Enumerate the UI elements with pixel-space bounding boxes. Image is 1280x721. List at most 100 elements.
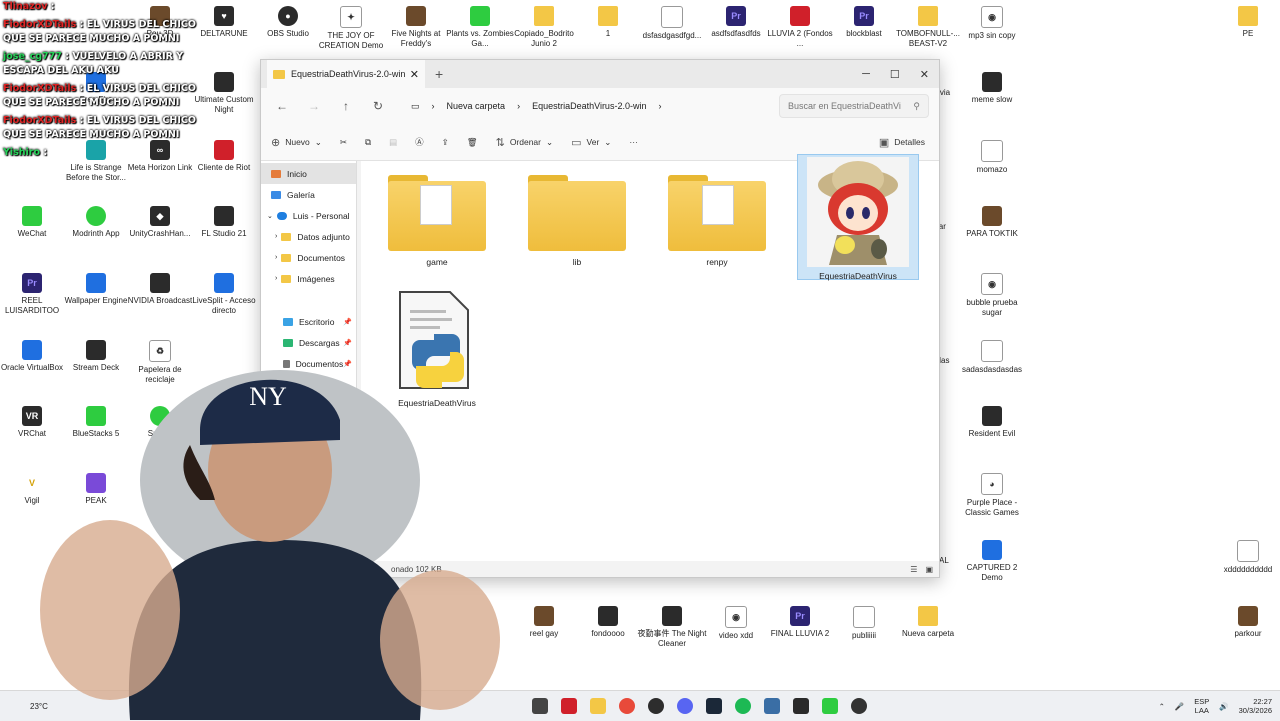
maximize-button[interactable]: ☐ — [890, 68, 900, 81]
explorer-tab[interactable]: EquestriaDeathVirus-2.0-win ✕ — [267, 60, 425, 88]
desktop-icon[interactable]: publiiiii — [829, 606, 899, 641]
app-icon[interactable] — [560, 698, 577, 714]
file-explorer-taskbar-icon[interactable] — [589, 698, 606, 714]
desktop-icon[interactable]: Spotify — [125, 406, 195, 439]
nav-item-onedrive[interactable]: ⌄ Luis - Personal — [261, 205, 356, 226]
desktop-icon[interactable]: Oracle VirtualBox — [0, 340, 67, 373]
copy-icon[interactable]: ⧉ — [365, 137, 371, 148]
nav-item-folder[interactable]: › Imágenes — [261, 268, 356, 289]
desktop-icon[interactable]: ♻ Papelera de reciclaje — [125, 340, 195, 385]
discord-icon[interactable] — [676, 698, 693, 714]
paste-icon[interactable]: ▤ — [389, 137, 397, 148]
nav-item-gallery[interactable]: Galería — [261, 184, 356, 205]
more-options-icon[interactable]: ··· — [629, 137, 638, 147]
forward-button[interactable]: → — [303, 99, 325, 113]
desktop-icon[interactable]: reel gay — [509, 606, 579, 639]
desktop-icon[interactable]: Five Nights at Freddy's — [381, 6, 451, 49]
nav-item-documents[interactable]: Documentos 📌 — [261, 353, 356, 374]
desktop-icon[interactable]: meme slow — [957, 72, 1027, 105]
nav-item-downloads[interactable]: Descargas 📌 — [261, 332, 356, 353]
desktop-icon[interactable]: TOMBOFNULL-... BEAST-V2 — [893, 6, 963, 49]
desktop-icon[interactable]: V Vigil — [0, 473, 67, 506]
chrome-icon[interactable] — [618, 698, 635, 714]
desktop-icon[interactable]: PARA TOKTIK — [957, 206, 1027, 239]
desktop-icon[interactable]: VR VRChat — [0, 406, 67, 439]
breadcrumb[interactable]: ▭ › Nueva carpeta › EquestriaDeathVirus-… — [407, 94, 771, 118]
folder-item[interactable]: lib — [517, 161, 637, 267]
python-file-item[interactable]: EquestriaDeathVirus — [377, 286, 497, 408]
desktop-icon[interactable]: Modrinth App — [61, 206, 131, 239]
desktop-icon[interactable]: dsfasdgasdfgd... — [637, 6, 707, 41]
desktop-icon[interactable]: Wallpaper Engine — [61, 273, 131, 306]
desktop-icon[interactable]: LiveSplit - Acceso directo — [189, 273, 259, 316]
desktop-icon[interactable]: ✦ THE JOY OF CREATION Demo — [316, 6, 386, 51]
desktop-icon[interactable]: xdddddddddd — [1213, 540, 1280, 575]
desktop-icon[interactable]: Stream Deck — [61, 340, 131, 373]
desktop-icon[interactable]: Nueva carpeta — [893, 606, 963, 639]
minimize-button[interactable]: ─ — [862, 68, 870, 81]
nav-item-desktop[interactable]: Escritorio 📌 — [261, 311, 356, 332]
desktop-icon[interactable]: Pr REEL LUISARDITOO — [0, 273, 67, 316]
chevron-up-icon[interactable]: ⌃ — [1159, 702, 1165, 711]
image-file-item[interactable]: EquestriaDeathVirus — [797, 154, 919, 281]
nvidia-icon[interactable] — [792, 698, 809, 714]
view-button[interactable]: ▭ Ver ⌄ — [571, 136, 611, 149]
desktop-icon[interactable]: parkour — [1213, 606, 1280, 639]
clock[interactable]: 22:27 30/3/2026 — [1239, 697, 1272, 715]
desktop-icon[interactable]: 夜勤事件 The Night Cleaner — [637, 606, 707, 649]
desktop-icon[interactable]: PE — [1213, 6, 1280, 39]
close-tab-icon[interactable]: ✕ — [410, 68, 419, 81]
desktop-icon[interactable]: ◕ Purple Place - Classic Games — [957, 473, 1027, 518]
desktop-icon[interactable]: Resident Evil — [957, 406, 1027, 439]
delete-icon[interactable]: 🗑 — [467, 137, 478, 148]
folder-item[interactable]: renpy — [657, 161, 777, 267]
up-button[interactable]: ↑ — [335, 99, 357, 113]
back-button[interactable]: ← — [271, 99, 293, 113]
weather-widget[interactable]: 23°C — [30, 702, 48, 711]
share-icon[interactable]: ⇪ — [442, 137, 449, 148]
folder-item[interactable]: game — [377, 161, 497, 267]
spotify-icon[interactable] — [734, 698, 751, 714]
language-indicator[interactable]: ESP LAA — [1194, 697, 1209, 715]
widget-icon[interactable] — [503, 698, 519, 714]
rename-icon[interactable]: Ⓐ — [415, 136, 424, 148]
desktop-icon[interactable]: ◉ bubble prueba sugar — [957, 273, 1027, 318]
breadcrumb-item[interactable]: Nueva carpeta — [447, 101, 506, 111]
desktop-icon[interactable]: CAPTURED 2 Demo — [957, 540, 1027, 583]
nav-item-folder[interactable]: › Documentos — [261, 247, 356, 268]
details-button[interactable]: ▣ Detalles — [879, 136, 925, 149]
search-input[interactable]: Buscar en EquestriaDeathVi ⚲ — [779, 94, 929, 118]
desktop-icon[interactable]: FL Studio 21 — [189, 206, 259, 239]
desktop-icon[interactable]: momazo — [957, 140, 1027, 175]
new-button[interactable]: ⊕ Nuevo ⌄ — [271, 136, 322, 149]
desktop-icon[interactable]: ◉ mp3 sin copy — [957, 6, 1027, 41]
volume-icon[interactable]: 🔊 — [1219, 702, 1228, 711]
breadcrumb-item[interactable]: EquestriaDeathVirus-2.0-win — [532, 101, 646, 111]
desktop-icon[interactable]: 1 — [573, 6, 643, 39]
desktop-icon[interactable]: Pr asdfsdfasdfds — [701, 6, 771, 39]
desktop-icon[interactable]: Copiado_Bodrito Junio 2 — [509, 6, 579, 49]
desktop-icon[interactable]: fondoooo — [573, 606, 643, 639]
nav-item-folder[interactable]: › Datos adjunto — [261, 226, 356, 247]
refresh-button[interactable]: ↻ — [367, 99, 389, 113]
nav-item-home[interactable]: Inicio — [261, 163, 356, 184]
app-icon[interactable] — [763, 698, 780, 714]
desktop-icon[interactable]: NVIDIA Broadcast — [125, 273, 195, 306]
app-icon[interactable] — [821, 698, 838, 714]
desktop-icon[interactable]: Pr blockblast — [829, 6, 899, 39]
desktop-icon[interactable]: WeChat — [0, 206, 67, 239]
obs-icon[interactable] — [850, 698, 867, 714]
desktop-icon[interactable]: ◉ video xdd — [701, 606, 771, 641]
desktop-icon[interactable]: LLUVIA 2 (Fondos ... — [765, 6, 835, 49]
desktop-icon[interactable]: sadasdasdasdas — [957, 340, 1027, 375]
desktop-icon[interactable]: Pr FINAL LLUVIA 2 — [765, 606, 835, 639]
app-icon[interactable] — [647, 698, 664, 714]
list-view-icon[interactable]: ☰ — [910, 565, 917, 574]
sort-button[interactable]: ⇅ Ordenar ⌄ — [496, 136, 554, 149]
steam-icon[interactable] — [705, 698, 722, 714]
grid-view-icon[interactable]: ▣ — [925, 565, 933, 574]
desktop-icon[interactable]: PEAK — [61, 473, 131, 506]
desktop-icon[interactable]: Plants vs. Zombies Ga... — [445, 6, 515, 49]
desktop-icon[interactable]: BlueStacks 5 — [61, 406, 131, 439]
cut-icon[interactable]: ✂ — [340, 137, 347, 148]
